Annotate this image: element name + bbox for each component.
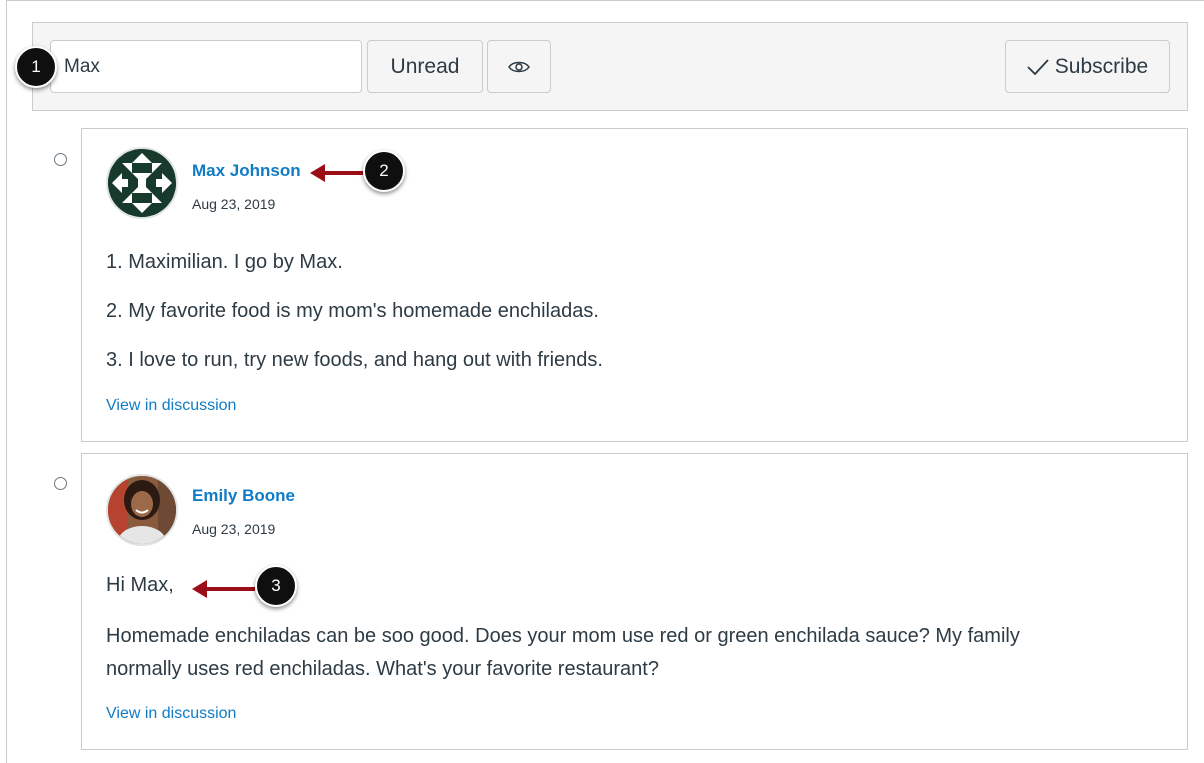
author-link[interactable]: Max Johnson	[192, 161, 301, 181]
unread-filter-button[interactable]: Unread	[367, 40, 483, 93]
quilt-pattern-icon	[108, 149, 176, 217]
post-paragraph: Hi Max,	[106, 574, 174, 596]
subscribe-label: Subscribe	[1054, 54, 1149, 78]
subscribe-button[interactable]: Subscribe	[1005, 40, 1170, 93]
callout-badge-3: 3	[255, 565, 297, 607]
portrait-photo-icon	[108, 476, 176, 544]
post-date: Aug 23, 2019	[192, 521, 276, 537]
unread-label: Unread	[390, 54, 460, 78]
checkmark-icon	[1027, 58, 1049, 75]
post-paragraph: 1. Maximilian. I go by Max.	[106, 251, 343, 273]
read-status-indicator[interactable]	[54, 477, 67, 490]
post-paragraph: 2. My favorite food is my mom's homemade…	[106, 300, 599, 322]
author-link[interactable]: Emily Boone	[192, 486, 295, 506]
eye-icon	[508, 61, 530, 72]
read-status-indicator[interactable]	[54, 153, 67, 166]
search-input[interactable]	[50, 40, 362, 93]
view-in-discussion-link[interactable]: View in discussion	[106, 397, 236, 415]
callout-badge-2: 2	[363, 150, 405, 192]
post-paragraph: 3. I love to run, try new foods, and han…	[106, 349, 603, 371]
avatar[interactable]	[106, 147, 178, 219]
callout-badge-1: 1	[15, 46, 57, 88]
post-paragraph: Homemade enchiladas can be soo good. Doe…	[106, 625, 1020, 647]
post-date: Aug 23, 2019	[192, 196, 276, 212]
post-paragraph: normally uses red enchiladas. What's you…	[106, 658, 659, 680]
callout-arrow	[310, 164, 363, 182]
mark-read-toggle-button[interactable]	[487, 40, 551, 93]
avatar[interactable]	[106, 474, 178, 546]
view-in-discussion-link[interactable]: View in discussion	[106, 705, 236, 723]
callout-arrow	[192, 580, 255, 598]
